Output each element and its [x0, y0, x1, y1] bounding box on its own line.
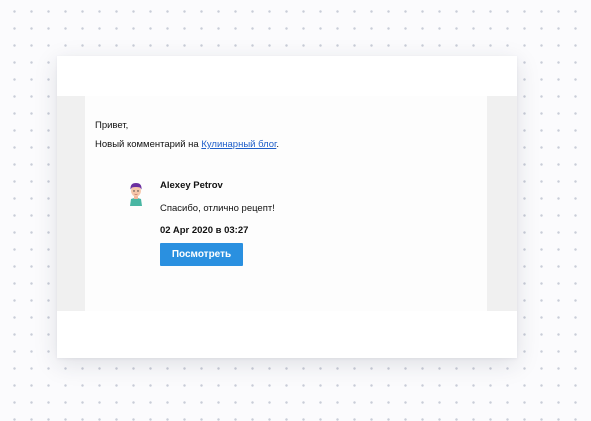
notice-prefix: Новый комментарий на: [95, 139, 202, 150]
comment-text: Спасибо, отлично рецепт!: [160, 203, 275, 214]
email-preview-card: Привет, Новый комментарий на Кулинарный …: [57, 56, 517, 358]
comment-timestamp: 02 Apr 2020 в 03:27: [160, 225, 249, 236]
view-button[interactable]: Посмотреть: [160, 243, 243, 266]
blog-link[interactable]: Кулинарный блог: [201, 139, 276, 150]
email-body: Привет, Новый комментарий на Кулинарный …: [85, 96, 487, 311]
new-comment-notice: Новый комментарий на Кулинарный блог.: [95, 138, 279, 151]
comment-author: Alexey Petrov: [160, 180, 223, 191]
notice-suffix: .: [276, 139, 279, 150]
user-avatar-icon: [125, 180, 147, 206]
comment-block: Alexey Petrov Спасибо, отлично рецепт! 0…: [125, 176, 425, 276]
greeting-text: Привет,: [95, 120, 129, 131]
email-background-band: Привет, Новый комментарий на Кулинарный …: [57, 96, 517, 311]
